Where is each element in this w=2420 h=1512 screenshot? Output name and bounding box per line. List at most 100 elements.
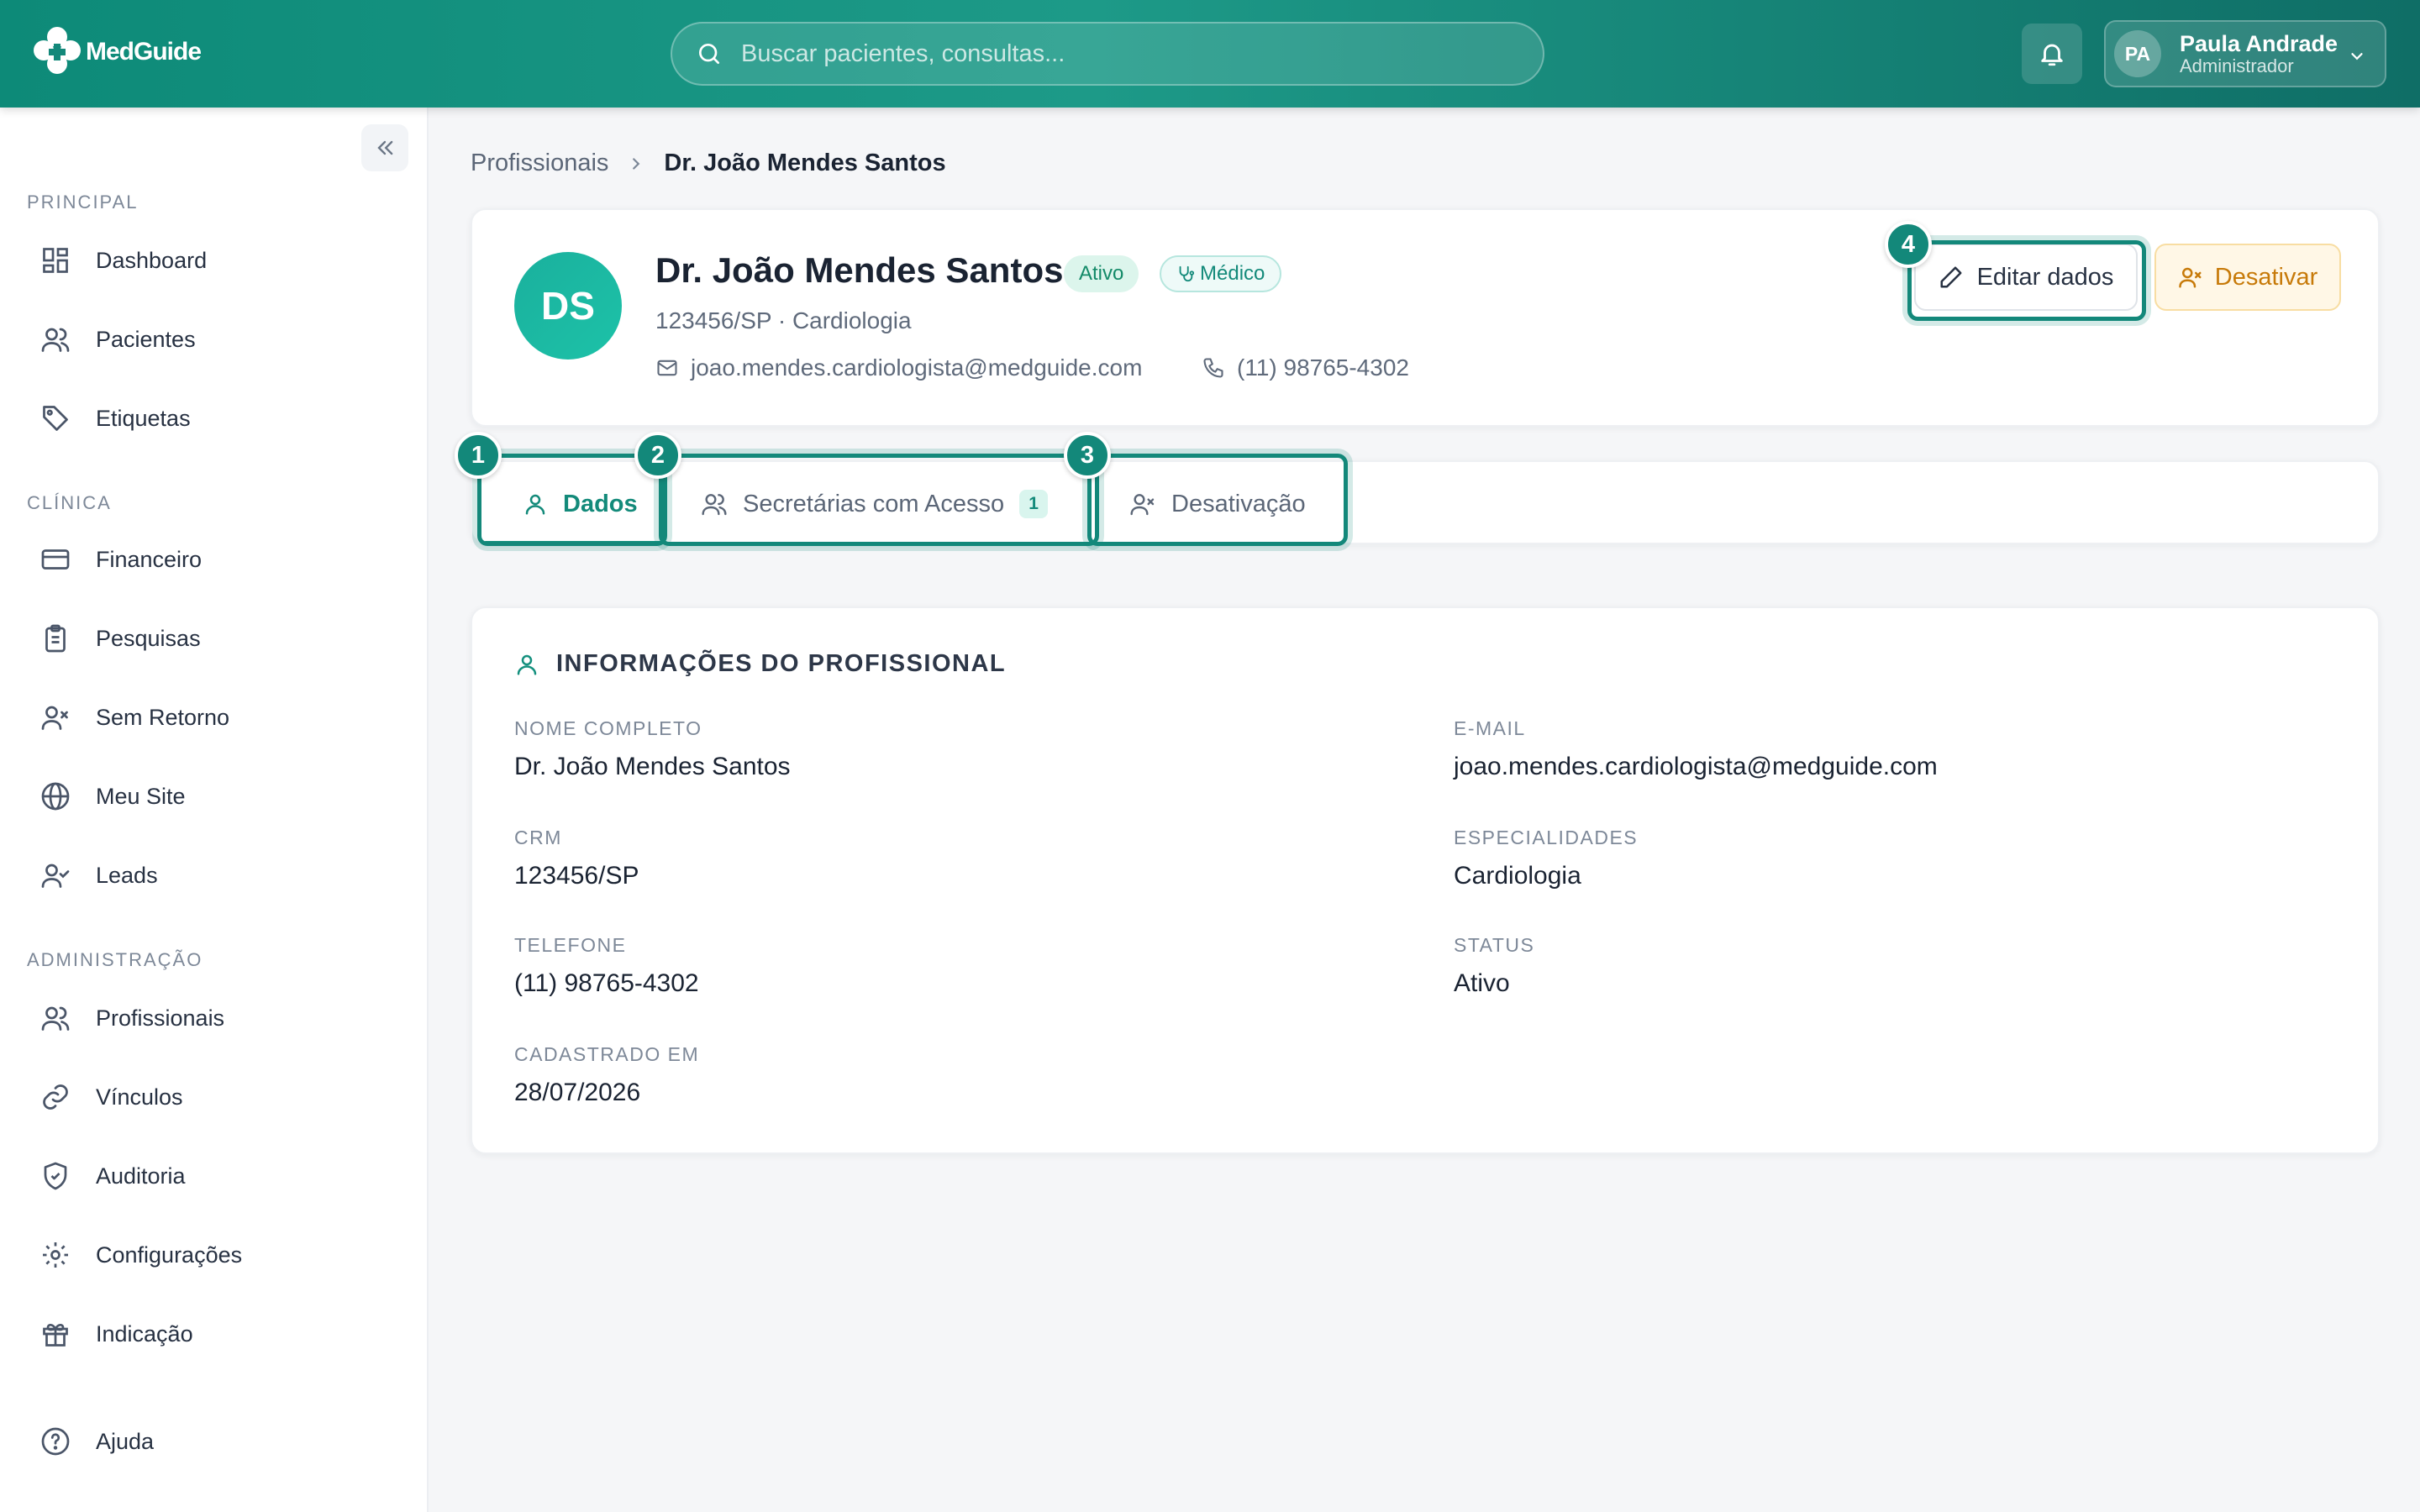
- field-label-status: STATUS: [1454, 934, 1535, 956]
- field-value-cadastrado: 28/07/2026: [514, 1079, 641, 1106]
- user-x-icon: [1130, 494, 1155, 516]
- user-x-icon: [2179, 267, 2202, 288]
- field-value-crm: 123456/SP: [514, 862, 639, 890]
- users-icon: [41, 328, 70, 352]
- sidebar-item-sem-retorno[interactable]: Sem Retorno: [20, 687, 407, 748]
- sidebar-item-label: Ajuda: [96, 1428, 155, 1454]
- tab-secretarias[interactable]: Secretárias com Acesso 1: [701, 462, 1049, 546]
- step-marker-1: 1: [455, 432, 502, 479]
- step-marker-4: 4: [1885, 221, 1932, 268]
- edit-data-button[interactable]: Editar dados: [1914, 244, 2138, 311]
- sidebar-item-label: Sem Retorno: [96, 704, 230, 730]
- profile-avatar: DS: [514, 252, 622, 360]
- chevron-right-icon: [633, 157, 640, 170]
- profile-email-text: joao.mendes.cardiologista@medguide.com: [691, 354, 1143, 381]
- profile-subtitle: 123456/SP · Cardiologia: [655, 307, 912, 333]
- step-marker-2: 2: [634, 432, 681, 479]
- app-logo[interactable]: MedGuide: [32, 25, 202, 79]
- step-marker-3: 3: [1064, 432, 1111, 479]
- user-avatar: PA: [2114, 30, 2161, 77]
- logo-icon: [34, 27, 81, 74]
- professional-info-card: INFORMAÇÕES DO PROFISSIONAL NOME COMPLET…: [471, 606, 2380, 1154]
- breadcrumb-current: Dr. João Mendes Santos: [664, 150, 946, 176]
- chevrons-left-icon: [377, 140, 393, 155]
- tag-icon: [43, 406, 68, 431]
- dashboard-icon: [43, 248, 68, 273]
- clipboard-icon: [45, 624, 66, 653]
- sidebar-item-profissionais[interactable]: Profissionais: [20, 988, 407, 1048]
- sidebar-item-financeiro[interactable]: Financeiro: [20, 529, 407, 590]
- tab-label: Dados: [563, 490, 638, 517]
- sidebar-item-auditoria[interactable]: Auditoria: [20, 1146, 407, 1206]
- profile-header-card: DS Dr. João Mendes Santos Ativo Médico 1…: [471, 208, 2380, 427]
- user-x-icon: [41, 706, 68, 730]
- active-tab-indicator: [484, 541, 667, 544]
- field-label-crm: CRM: [514, 827, 562, 848]
- notifications-button[interactable]: [2022, 24, 2082, 84]
- sidebar-item-configuracoes[interactable]: Configurações: [20, 1225, 407, 1285]
- collapse-sidebar-button[interactable]: [361, 124, 408, 171]
- sidebar-item-etiquetas[interactable]: Etiquetas: [20, 388, 407, 449]
- sidebar-item-label: Profissionais: [96, 1005, 225, 1031]
- sidebar-item-label: Etiquetas: [96, 405, 191, 431]
- stethoscope-icon: [1179, 265, 1195, 282]
- tabs-bar: Dados Secretárias com Acesso 1 Desativaç…: [471, 460, 2380, 544]
- user-name: Paula Andrade: [2180, 31, 2338, 56]
- chevron-down-icon: [2351, 53, 2363, 60]
- sidebar-item-label: Meu Site: [96, 783, 186, 809]
- sidebar-item-meu-site[interactable]: Meu Site: [20, 766, 407, 827]
- sidebar-item-ajuda[interactable]: Ajuda: [20, 1411, 407, 1472]
- sidebar-item-leads[interactable]: Leads: [20, 845, 407, 906]
- sidebar-item-label: Pesquisas: [96, 625, 201, 651]
- role-badge-label: Médico: [1200, 262, 1265, 285]
- sidebar-item-label: Pacientes: [96, 326, 196, 352]
- sidebar-item-pesquisas[interactable]: Pesquisas: [20, 608, 407, 669]
- status-badge: Ativo: [1064, 255, 1139, 292]
- search-input[interactable]: [741, 39, 1497, 68]
- sidebar-item-label: Indicação: [96, 1320, 193, 1347]
- tab-desativacao[interactable]: Desativação: [1129, 462, 1306, 546]
- search-bar[interactable]: [671, 22, 1544, 86]
- top-bar: MedGuide PA Paula Andrade Administrador: [0, 0, 2420, 108]
- field-value-nome: Dr. João Mendes Santos: [514, 753, 791, 780]
- info-section-title: INFORMAÇÕES DO PROFISSIONAL: [514, 650, 1006, 678]
- sidebar-item-label: Dashboard: [96, 247, 208, 273]
- gift-icon: [43, 1323, 68, 1347]
- breadcrumb-link-profissionais[interactable]: Profissionais: [471, 150, 608, 177]
- field-value-telefone: (11) 98765-4302: [514, 969, 699, 997]
- sidebar: PRINCIPAL Dashboard Pacientes Etiquetas …: [0, 108, 429, 1512]
- profile-name: Dr. João Mendes Santos: [655, 250, 1064, 290]
- credit-card-icon: [41, 549, 70, 570]
- sidebar-item-label: Auditoria: [96, 1163, 186, 1189]
- field-value-status: Ativo: [1454, 969, 1510, 997]
- field-label-especialidades: ESPECIALIDADES: [1454, 827, 1639, 848]
- sidebar-item-dashboard[interactable]: Dashboard: [20, 230, 407, 291]
- sidebar-item-indicacao[interactable]: Indicação: [20, 1304, 407, 1364]
- sidebar-item-pacientes[interactable]: Pacientes: [20, 309, 407, 370]
- field-label-cadastrado: CADASTRADO EM: [514, 1043, 700, 1065]
- field-value-email: joao.mendes.cardiologista@medguide.com: [1454, 753, 1938, 780]
- sidebar-item-vinculos[interactable]: Vínculos: [20, 1067, 407, 1127]
- user-icon: [517, 654, 537, 675]
- field-label-nome: NOME COMPLETO: [514, 717, 702, 739]
- breadcrumb: Profissionais Dr. João Mendes Santos: [471, 150, 946, 177]
- info-title-text: INFORMAÇÕES DO PROFISSIONAL: [556, 650, 1007, 677]
- role-badge: Médico: [1160, 255, 1282, 292]
- app-name: MedGuide: [86, 38, 202, 66]
- sidebar-item-label: Financeiro: [96, 546, 203, 572]
- section-label-clinica: CLÍNICA: [27, 492, 112, 513]
- link-icon: [43, 1084, 68, 1110]
- user-menu[interactable]: PA Paula Andrade Administrador: [2104, 20, 2386, 87]
- user-icon: [525, 494, 545, 515]
- phone-icon: [1203, 358, 1223, 378]
- field-label-telefone: TELEFONE: [514, 934, 627, 956]
- deactivate-button[interactable]: Desativar: [2154, 244, 2341, 311]
- shield-icon: [44, 1162, 67, 1190]
- search-icon: [699, 44, 719, 64]
- edit-data-label: Editar dados: [1976, 263, 2114, 291]
- profile-phone: (11) 98765-4302: [1202, 354, 1409, 381]
- tab-label: Secretárias com Acesso: [743, 490, 1005, 517]
- tab-dados[interactable]: Dados: [523, 462, 638, 546]
- sidebar-item-label: Vínculos: [96, 1084, 183, 1110]
- sidebar-item-label: Leads: [96, 862, 158, 888]
